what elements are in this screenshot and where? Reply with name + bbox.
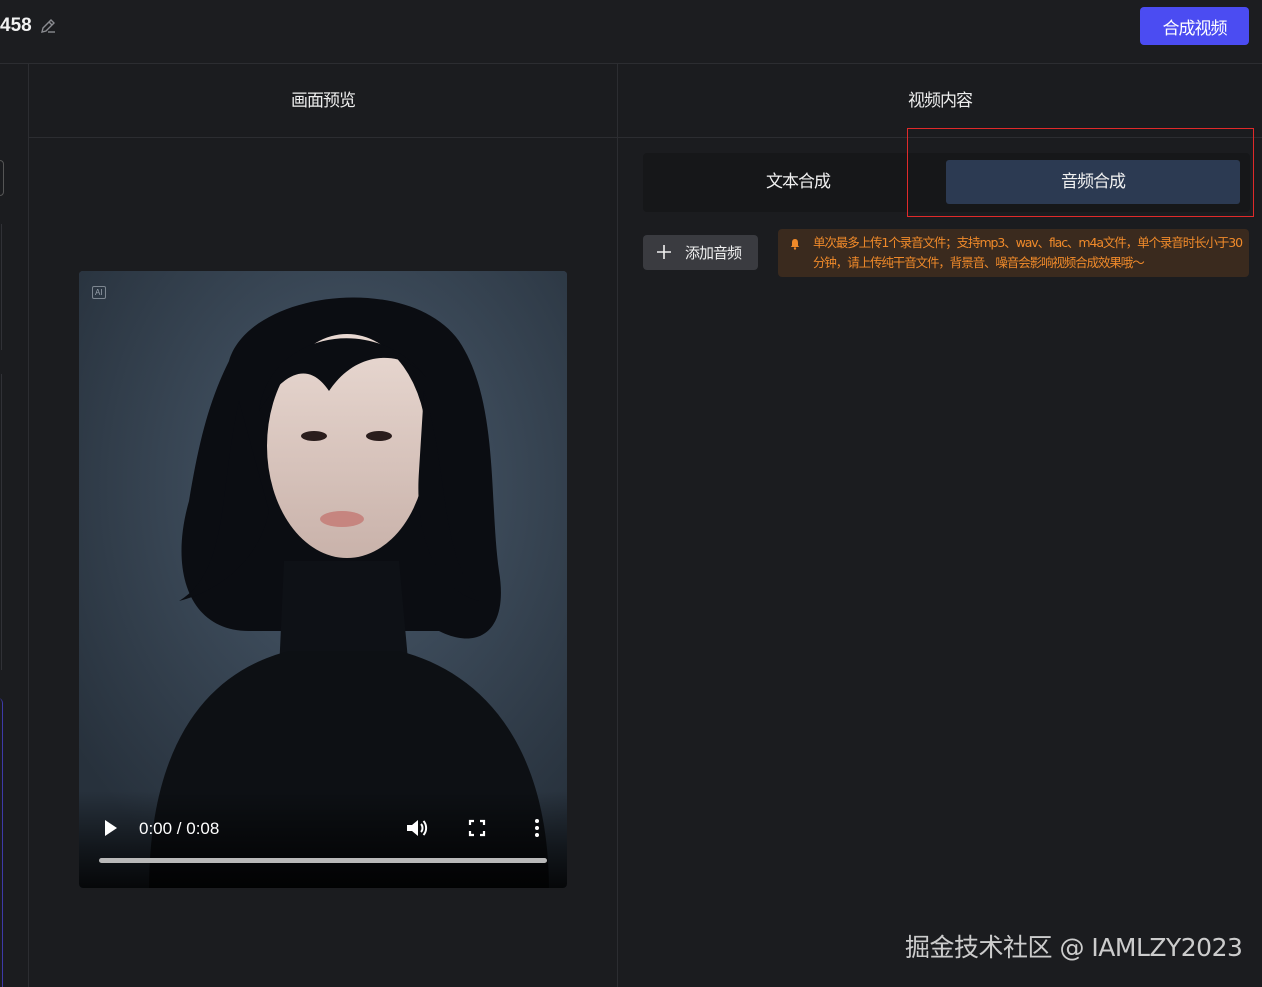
top-bar: 458 合成视频 (0, 0, 1262, 64)
add-audio-button[interactable]: 添加音频 (643, 235, 758, 270)
video-player[interactable]: AI 0:00 / 0:08 (79, 271, 567, 888)
video-progress-bar[interactable] (99, 858, 547, 863)
more-options-icon[interactable] (532, 818, 542, 838)
add-audio-label: 添加音频 (685, 244, 742, 262)
edit-icon[interactable] (38, 16, 58, 36)
project-title: 458 (0, 15, 32, 36)
sidebar-divider (0, 374, 2, 670)
play-icon[interactable] (103, 819, 119, 837)
volume-icon[interactable] (406, 818, 428, 838)
preview-title: 画面预览 (29, 64, 617, 138)
compose-video-button[interactable]: 合成视频 (1140, 7, 1249, 45)
fullscreen-icon[interactable] (468, 819, 486, 837)
time-display: 0:00 / 0:08 (139, 819, 220, 838)
watermark: 掘金技术社区 @ IAMLZY2023 (905, 933, 1243, 962)
content-panel: 视频内容 文本合成 音频合成 添加音频 单次最多上传1个录音文件；支持mp3、w… (618, 64, 1262, 987)
ai-badge: AI (92, 286, 106, 299)
bell-icon (790, 239, 800, 250)
upload-notice: 单次最多上传1个录音文件；支持mp3、wav、flac、m4a文件，单个录音时长… (778, 229, 1249, 277)
left-sidebar-strip (0, 64, 29, 987)
sidebar-input-edge[interactable] (0, 160, 4, 196)
content-title: 视频内容 (618, 64, 1262, 138)
plus-icon (657, 245, 671, 259)
sidebar-selected-card-edge[interactable] (0, 698, 3, 987)
highlight-annotation-box (907, 128, 1254, 217)
preview-panel: 画面预览 AI 0:00 / 0:08 (29, 64, 618, 987)
notice-text: 单次最多上传1个录音文件；支持mp3、wav、flac、m4a文件，单个录音时长… (813, 235, 1243, 270)
sidebar-divider (0, 224, 2, 350)
video-controls (79, 791, 567, 888)
